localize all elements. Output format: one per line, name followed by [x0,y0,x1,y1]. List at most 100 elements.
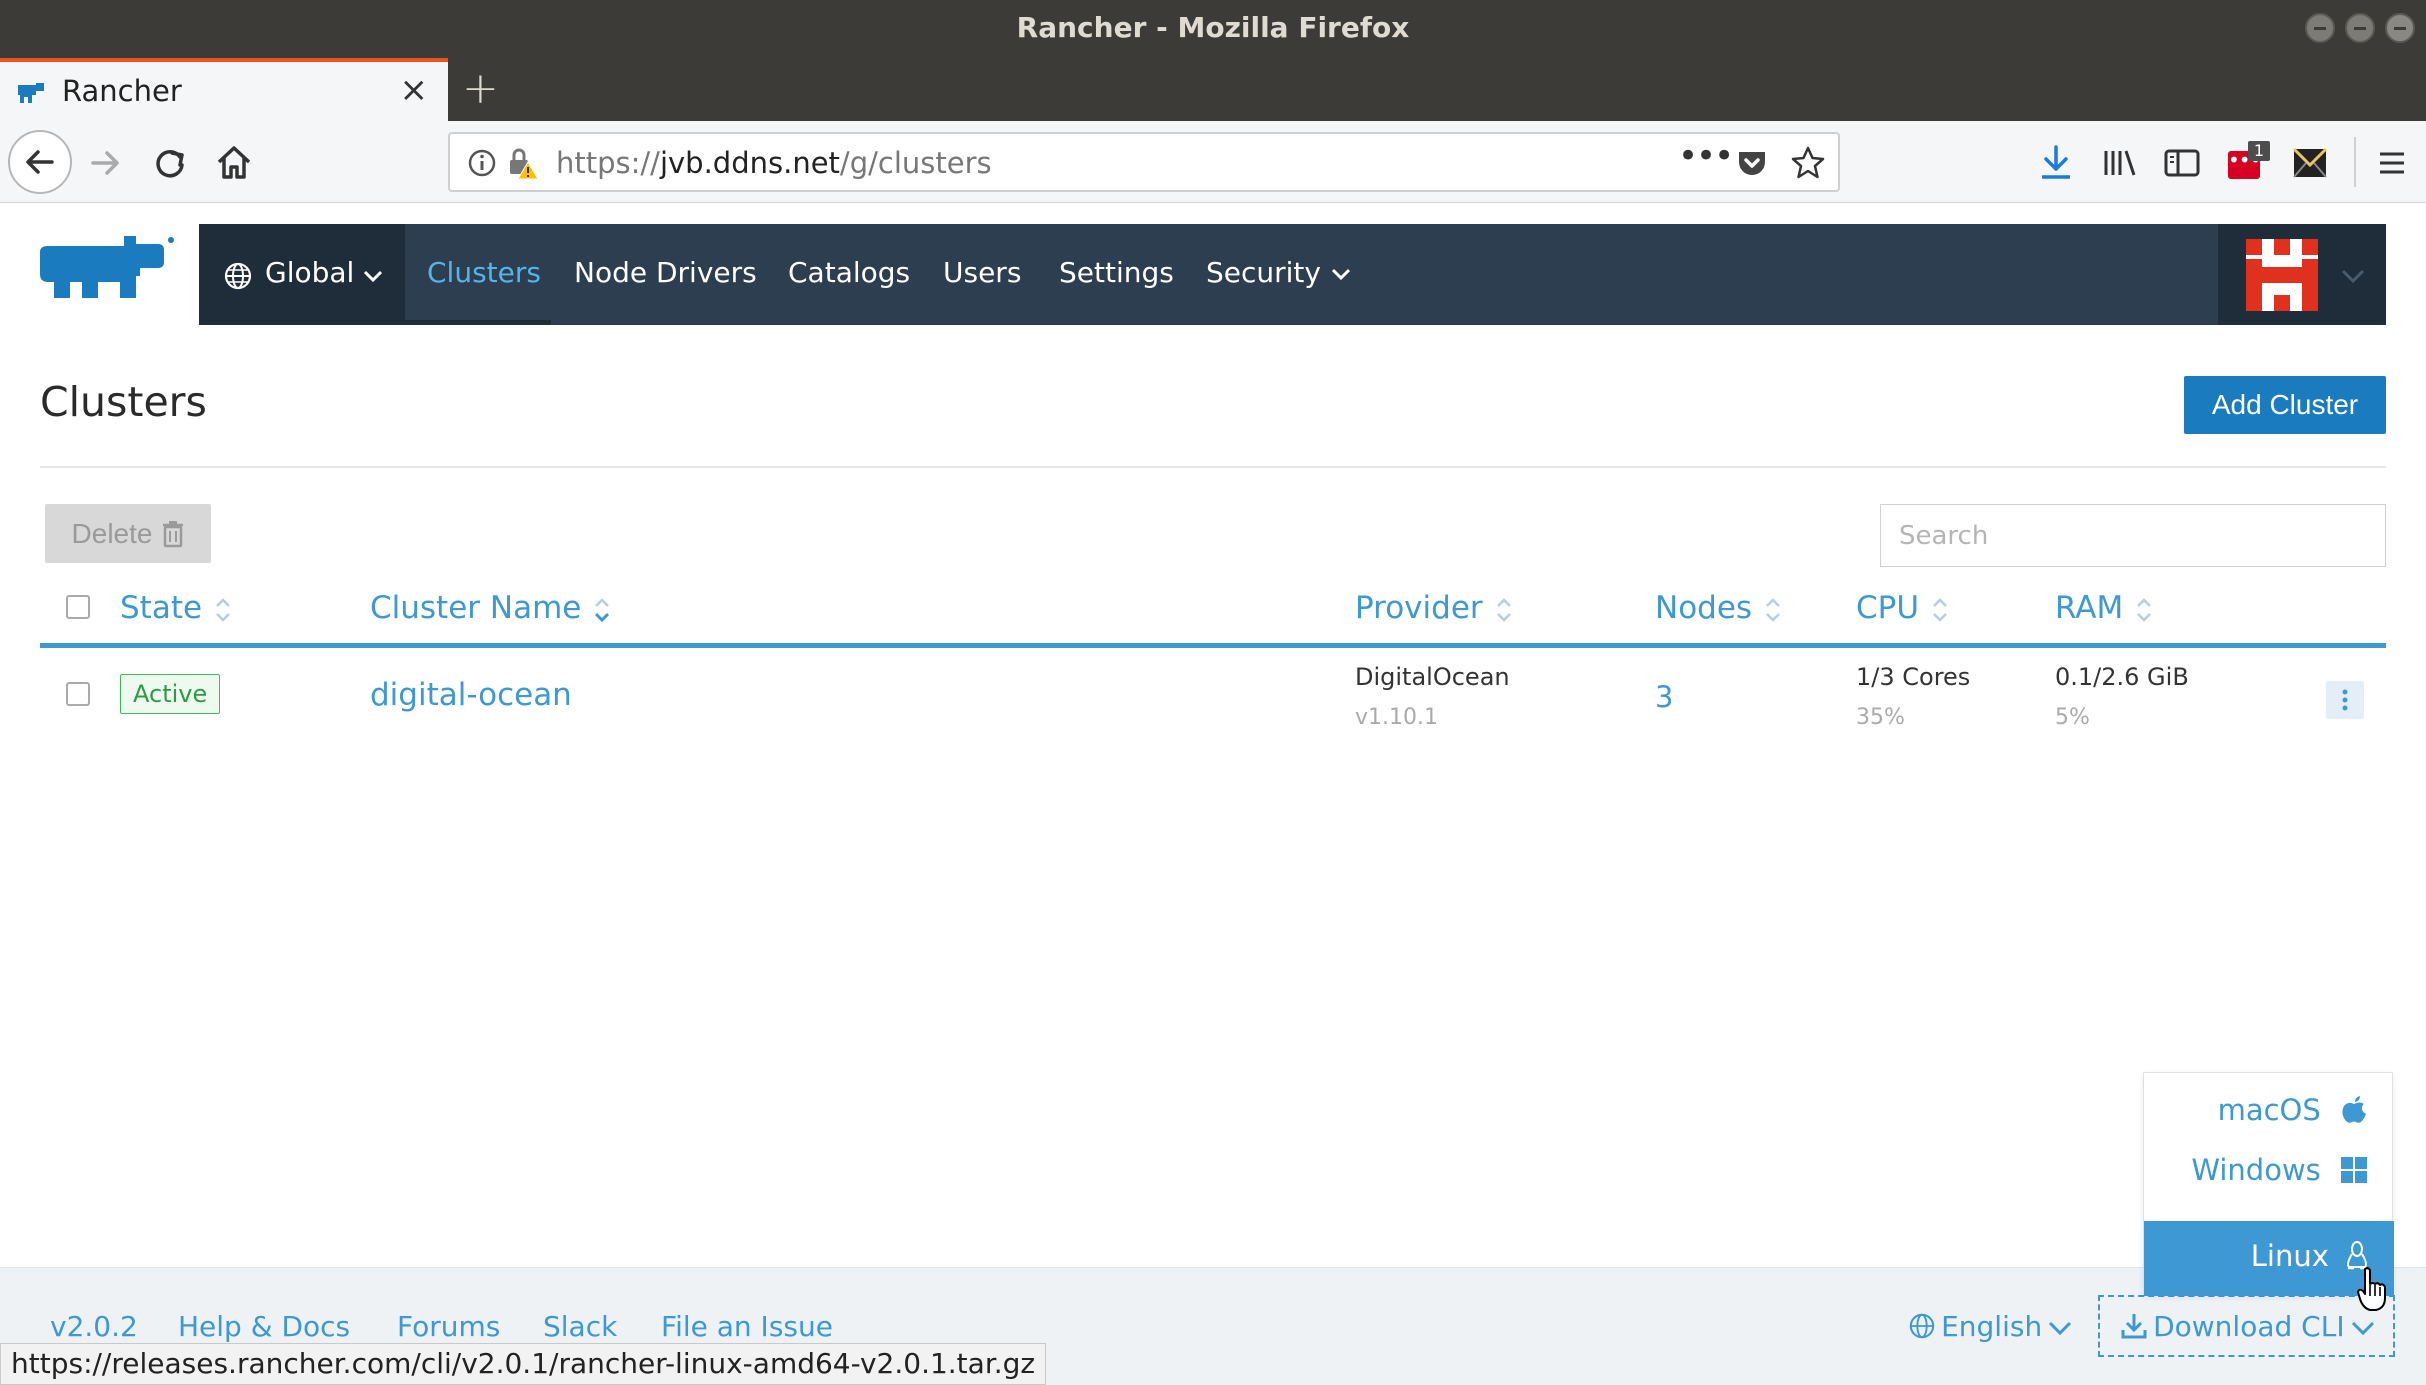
sort-descending-icon [595,597,610,622]
nav-clusters[interactable]: Clusters [427,256,541,289]
provider-version: v1.10.1 [1355,705,1438,730]
column-header-label: State [120,590,203,626]
hand-cursor-icon [2357,1267,2386,1311]
window-title: Rancher - Mozilla Firefox [1016,11,1410,44]
column-header-provider[interactable]: Provider [1355,590,1513,626]
search-input[interactable] [1880,504,2386,567]
sort-icon [2137,597,2152,622]
hamburger-menu-icon[interactable] [2372,143,2412,183]
rancher-logo[interactable] [40,236,175,304]
column-header-cpu[interactable]: CPU [1856,590,1949,626]
add-cluster-button[interactable]: Add Cluster [2184,376,2386,434]
download-cli-menu: macOS Windows Linux [2143,1072,2394,1296]
window-titlebar: Rancher - Mozilla Firefox [0,0,2426,55]
table-header-divider [40,643,2386,648]
home-button[interactable] [213,142,255,184]
window-maximize-button[interactable] [2345,13,2375,43]
bookmark-star-icon[interactable] [1790,145,1826,181]
sort-icon [1496,597,1511,622]
nav-catalogs[interactable]: Catalogs [788,256,910,289]
nav-security[interactable]: Security [1206,256,1352,289]
back-button[interactable] [8,130,72,194]
url-host: jvb.ddns.net [659,146,840,180]
column-header-ram[interactable]: RAM [2055,590,2153,626]
row-checkbox[interactable] [66,682,90,706]
column-header-label: CPU [1856,590,1920,626]
menu-item-label: macOS [2217,1093,2321,1127]
mail-extension-icon[interactable] [2290,143,2330,183]
delete-button[interactable]: Delete [45,504,211,563]
menu-item-macos[interactable]: macOS [2218,1093,2368,1127]
extension-badge: 1 [2248,141,2270,161]
nav-active-indicator [405,320,551,325]
top-navigation: Global Clusters Node Drivers Catalogs Us… [199,224,2386,325]
url-text[interactable]: https://jvb.ddns.net/g/clusters [556,146,992,180]
trash-icon [163,520,184,547]
nodes-link[interactable]: 3 [1655,680,1673,714]
column-header-cluster-name[interactable]: Cluster Name [370,590,611,626]
sort-icon [216,597,230,622]
divider [40,466,2386,468]
chevron-down-icon [2049,1321,2072,1336]
footer-issue-link[interactable]: File an Issue [661,1310,833,1343]
reload-button[interactable] [150,143,190,183]
footer-version-link[interactable]: v2.0.2 [50,1310,138,1343]
column-header-nodes[interactable]: Nodes [1655,590,1782,626]
footer-forums-link[interactable]: Forums [397,1310,500,1343]
status-badge: Active [120,674,221,714]
tab-close-icon[interactable]: × [400,70,429,110]
page-actions-icon[interactable]: ••• [1678,136,1734,176]
kebab-menu-icon [2342,689,2348,711]
url-bar[interactable]: https://jvb.ddns.net/g/clusters ••• [448,132,1840,192]
sidebar-icon[interactable] [2162,143,2202,183]
status-bar-url: https://releases.rancher.com/cli/v2.0.1/… [0,1343,1047,1385]
column-header-state[interactable]: State [120,590,232,626]
menu-item-label: Windows [2191,1153,2321,1187]
ram-cell: 0.1/2.6 GiB 5% [2055,663,2189,730]
chevron-down-icon [2351,1321,2374,1336]
cluster-name-link[interactable]: digital-ocean [370,677,572,713]
nav-settings[interactable]: Settings [1059,256,1174,289]
info-icon[interactable] [466,147,498,179]
row-actions-button[interactable] [2326,681,2364,719]
download-icon [2121,1314,2147,1339]
extension-button[interactable]: ••• 1 [2226,141,2270,185]
nav-users[interactable]: Users [943,256,1021,289]
ram-value: 0.1/2.6 GiB [2055,663,2189,691]
browser-tab-active[interactable]: Rancher × [0,58,448,121]
back-arrow-icon [26,150,54,174]
globe-icon [224,262,252,290]
provider-cell: DigitalOcean v1.10.1 [1355,663,1510,730]
insecure-lock-icon[interactable] [506,146,540,180]
browser-toolbar: https://jvb.ddns.net/g/clusters ••• ••• … [0,121,2426,203]
window-close-button[interactable] [2385,13,2415,43]
new-tab-button[interactable]: + [462,63,499,114]
user-menu[interactable] [2218,224,2386,325]
windows-icon [2341,1157,2367,1183]
cpu-percent: 35% [1856,705,1905,730]
footer-slack-link[interactable]: Slack [543,1310,617,1343]
library-icon[interactable] [2100,143,2140,183]
rancher-favicon-icon [18,83,44,103]
column-header-label: Cluster Name [370,590,582,626]
provider-name: DigitalOcean [1355,663,1510,691]
global-scope-menu[interactable]: Global [199,224,405,325]
chevron-down-icon [363,270,383,283]
forward-button[interactable] [85,143,125,183]
window-minimize-button[interactable] [2305,13,2335,43]
column-header-label: Nodes [1655,590,1753,626]
download-cli-label: Download CLI [2153,1310,2345,1343]
download-cli-button[interactable]: Download CLI [2098,1295,2395,1357]
menu-item-label: Linux [2250,1239,2329,1273]
chevron-down-icon [2341,269,2365,284]
select-all-checkbox[interactable] [66,595,90,619]
language-selector[interactable]: English [1908,1310,2073,1343]
downloads-icon[interactable] [2036,143,2076,183]
apple-icon [2342,1096,2366,1123]
tab-strip: Rancher × + [0,55,2426,121]
nav-node-drivers[interactable]: Node Drivers [574,256,757,289]
menu-item-windows[interactable]: Windows [2191,1153,2368,1187]
pocket-icon[interactable] [1735,146,1769,180]
footer-help-link[interactable]: Help & Docs [178,1310,350,1343]
url-path: /g/clusters [839,146,992,180]
